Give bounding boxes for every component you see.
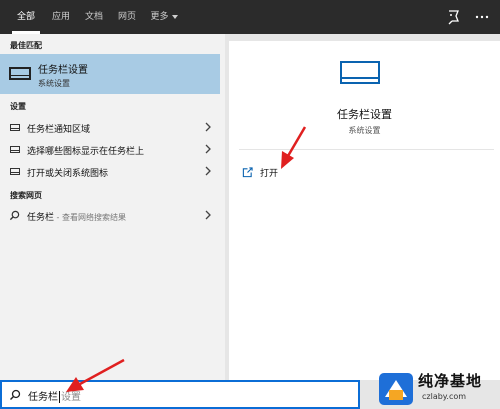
watermark-logo: 纯净基地 czlaby.com [376,368,500,409]
annotation-arrow [79,358,125,386]
watermark-url: czlaby.com [422,392,467,401]
logo-icon [379,373,413,405]
watermark-title: 纯净基地 [418,372,483,390]
annotation-arrows [66,126,307,392]
annotation-arrow [286,126,307,157]
arrow-head-icon [281,151,294,169]
